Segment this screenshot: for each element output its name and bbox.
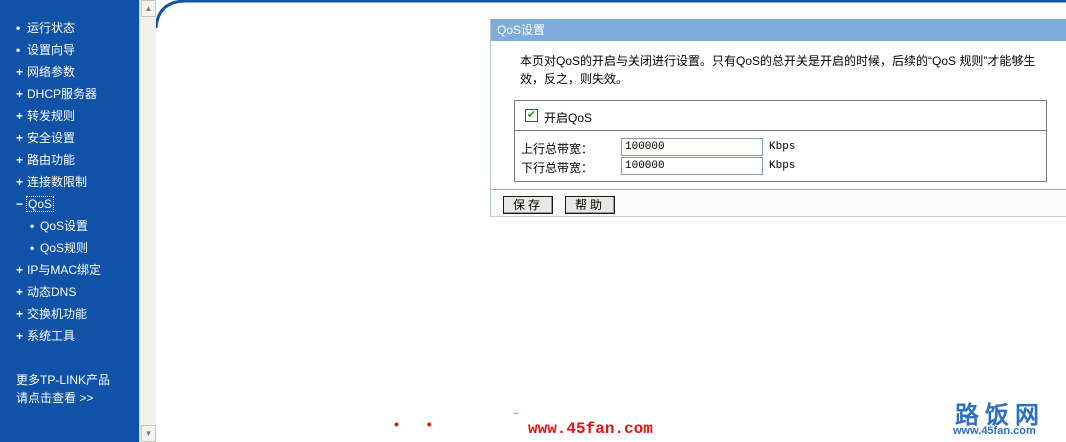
qos-fieldset: ✔ 开启QoS 上行总带宽： Kbps 下行总带宽： Kbps bbox=[514, 100, 1047, 182]
sidebar-item-system-tools[interactable]: + 系统工具 bbox=[0, 325, 139, 347]
panel-title: QoS设置 bbox=[491, 19, 1066, 41]
expand-icon: + bbox=[16, 175, 24, 189]
expand-icon: + bbox=[16, 263, 24, 277]
sidebar-item-ip-mac-binding[interactable]: + IP与MAC绑定 bbox=[0, 259, 139, 281]
sidebar-item-conn-limit[interactable]: + 连接数限制 bbox=[0, 171, 139, 193]
sidebar-subitem-label: QoS规则 bbox=[40, 241, 89, 255]
watermark-dots-small: ¨ bbox=[514, 410, 518, 424]
sidebar-item-label: 运行状态 bbox=[27, 21, 76, 35]
upload-bandwidth-input[interactable] bbox=[621, 138, 763, 156]
sidebar-item-label: IP与MAC绑定 bbox=[27, 263, 102, 277]
bullet-icon: • bbox=[16, 43, 21, 57]
watermark-url: www.45fan.com bbox=[528, 420, 653, 438]
watermark-brand-url: www.45fan.com bbox=[953, 425, 1036, 437]
sidebar-item-label: 网络参数 bbox=[27, 65, 76, 79]
sidebar-item-label: 动态DNS bbox=[27, 285, 77, 299]
sidebar-item-label: 安全设置 bbox=[27, 131, 76, 145]
sidebar-menu: • 运行状态 • 设置向导 + 网络参数 + DHCP服务器 + 转发规则 + 安全设置 +… bbox=[0, 0, 139, 347]
watermark-dots: • • bbox=[394, 416, 444, 432]
more-products-link[interactable]: 请点击查看 >> bbox=[16, 389, 110, 407]
expand-icon: + bbox=[16, 285, 24, 299]
sidebar-item-label: QoS bbox=[25, 196, 55, 212]
enable-row: ✔ 开启QoS bbox=[515, 101, 1046, 131]
scroll-down-icon[interactable]: ▼ bbox=[141, 425, 156, 442]
scrollbar[interactable]: ▲ ▼ bbox=[139, 0, 156, 442]
scroll-up-icon[interactable]: ▲ bbox=[141, 0, 156, 17]
upload-bandwidth-label: 上行总带宽： bbox=[521, 142, 594, 156]
sidebar-item-security[interactable]: + 安全设置 bbox=[0, 127, 139, 149]
expand-icon: + bbox=[16, 131, 24, 145]
sidebar-item-label: 系统工具 bbox=[27, 329, 76, 343]
sidebar-item-label: 连接数限制 bbox=[27, 175, 88, 189]
save-button[interactable]: 保存 bbox=[503, 196, 553, 214]
download-bandwidth-unit: Kbps bbox=[769, 160, 796, 172]
sidebar-item-dhcp[interactable]: + DHCP服务器 bbox=[0, 83, 139, 105]
help-button[interactable]: 帮助 bbox=[565, 196, 615, 214]
sidebar-subitem-qos-settings[interactable]: • QoS设置 bbox=[0, 215, 139, 237]
collapse-icon: − bbox=[16, 197, 24, 211]
sidebar-item-network[interactable]: + 网络参数 bbox=[0, 61, 139, 83]
sidebar-item-ddns[interactable]: + 动态DNS bbox=[0, 281, 139, 303]
download-bandwidth-label: 下行总带宽： bbox=[521, 161, 594, 175]
sidebar-item-label: DHCP服务器 bbox=[27, 87, 98, 101]
sidebar-subitem-qos-rules[interactable]: • QoS规则 bbox=[0, 237, 139, 259]
more-products: 更多TP-LINK产品 请点击查看 >> bbox=[16, 371, 110, 407]
enable-qos-label: 开启QoS bbox=[544, 111, 593, 125]
expand-icon: + bbox=[16, 329, 24, 343]
panel-body: 本页对QoS的开启与关闭进行设置。只有QoS的总开关是开启的时候，后续的“QoS… bbox=[491, 41, 1066, 190]
sidebar-item-label: 转发规则 bbox=[27, 109, 76, 123]
expand-icon: + bbox=[16, 307, 24, 321]
expand-icon: + bbox=[16, 65, 24, 79]
expand-icon: + bbox=[16, 109, 24, 123]
sidebar-item-status[interactable]: • 运行状态 bbox=[0, 17, 139, 39]
sidebar-item-label: 交换机功能 bbox=[27, 307, 88, 321]
expand-icon: + bbox=[16, 153, 24, 167]
bullet-icon: • bbox=[30, 241, 35, 255]
sidebar-item-forwarding[interactable]: + 转发规则 bbox=[0, 105, 139, 127]
upload-bandwidth-unit: Kbps bbox=[769, 141, 796, 153]
sidebar-subitem-label: QoS设置 bbox=[40, 219, 89, 233]
panel-description: 本页对QoS的开启与关闭进行设置。只有QoS的总开关是开启的时候，后续的“QoS… bbox=[520, 54, 1036, 86]
bullet-icon: • bbox=[30, 219, 35, 233]
more-products-text: 更多TP-LINK产品 bbox=[16, 373, 111, 387]
expand-icon: + bbox=[16, 87, 24, 101]
download-bandwidth-input[interactable] bbox=[621, 157, 763, 175]
sidebar-item-switch[interactable]: + 交换机功能 bbox=[0, 303, 139, 325]
sidebar-item-routing[interactable]: + 路由功能 bbox=[0, 149, 139, 171]
panel-footer: 保存 帮助 bbox=[491, 190, 1066, 216]
qos-settings-panel: QoS设置 本页对QoS的开启与关闭进行设置。只有QoS的总开关是开启的时候，后… bbox=[490, 19, 1066, 217]
sidebar-item-qos[interactable]: − QoS bbox=[0, 193, 139, 215]
sidebar-item-label: 设置向导 bbox=[27, 43, 76, 57]
enable-qos-checkbox[interactable]: ✔ bbox=[525, 109, 538, 122]
bullet-icon: • bbox=[16, 21, 21, 35]
sidebar: • 运行状态 • 设置向导 + 网络参数 + DHCP服务器 + 转发规则 + 安全设置 +… bbox=[0, 0, 139, 442]
sidebar-item-wizard[interactable]: • 设置向导 bbox=[0, 39, 139, 61]
sidebar-item-label: 路由功能 bbox=[27, 153, 76, 167]
